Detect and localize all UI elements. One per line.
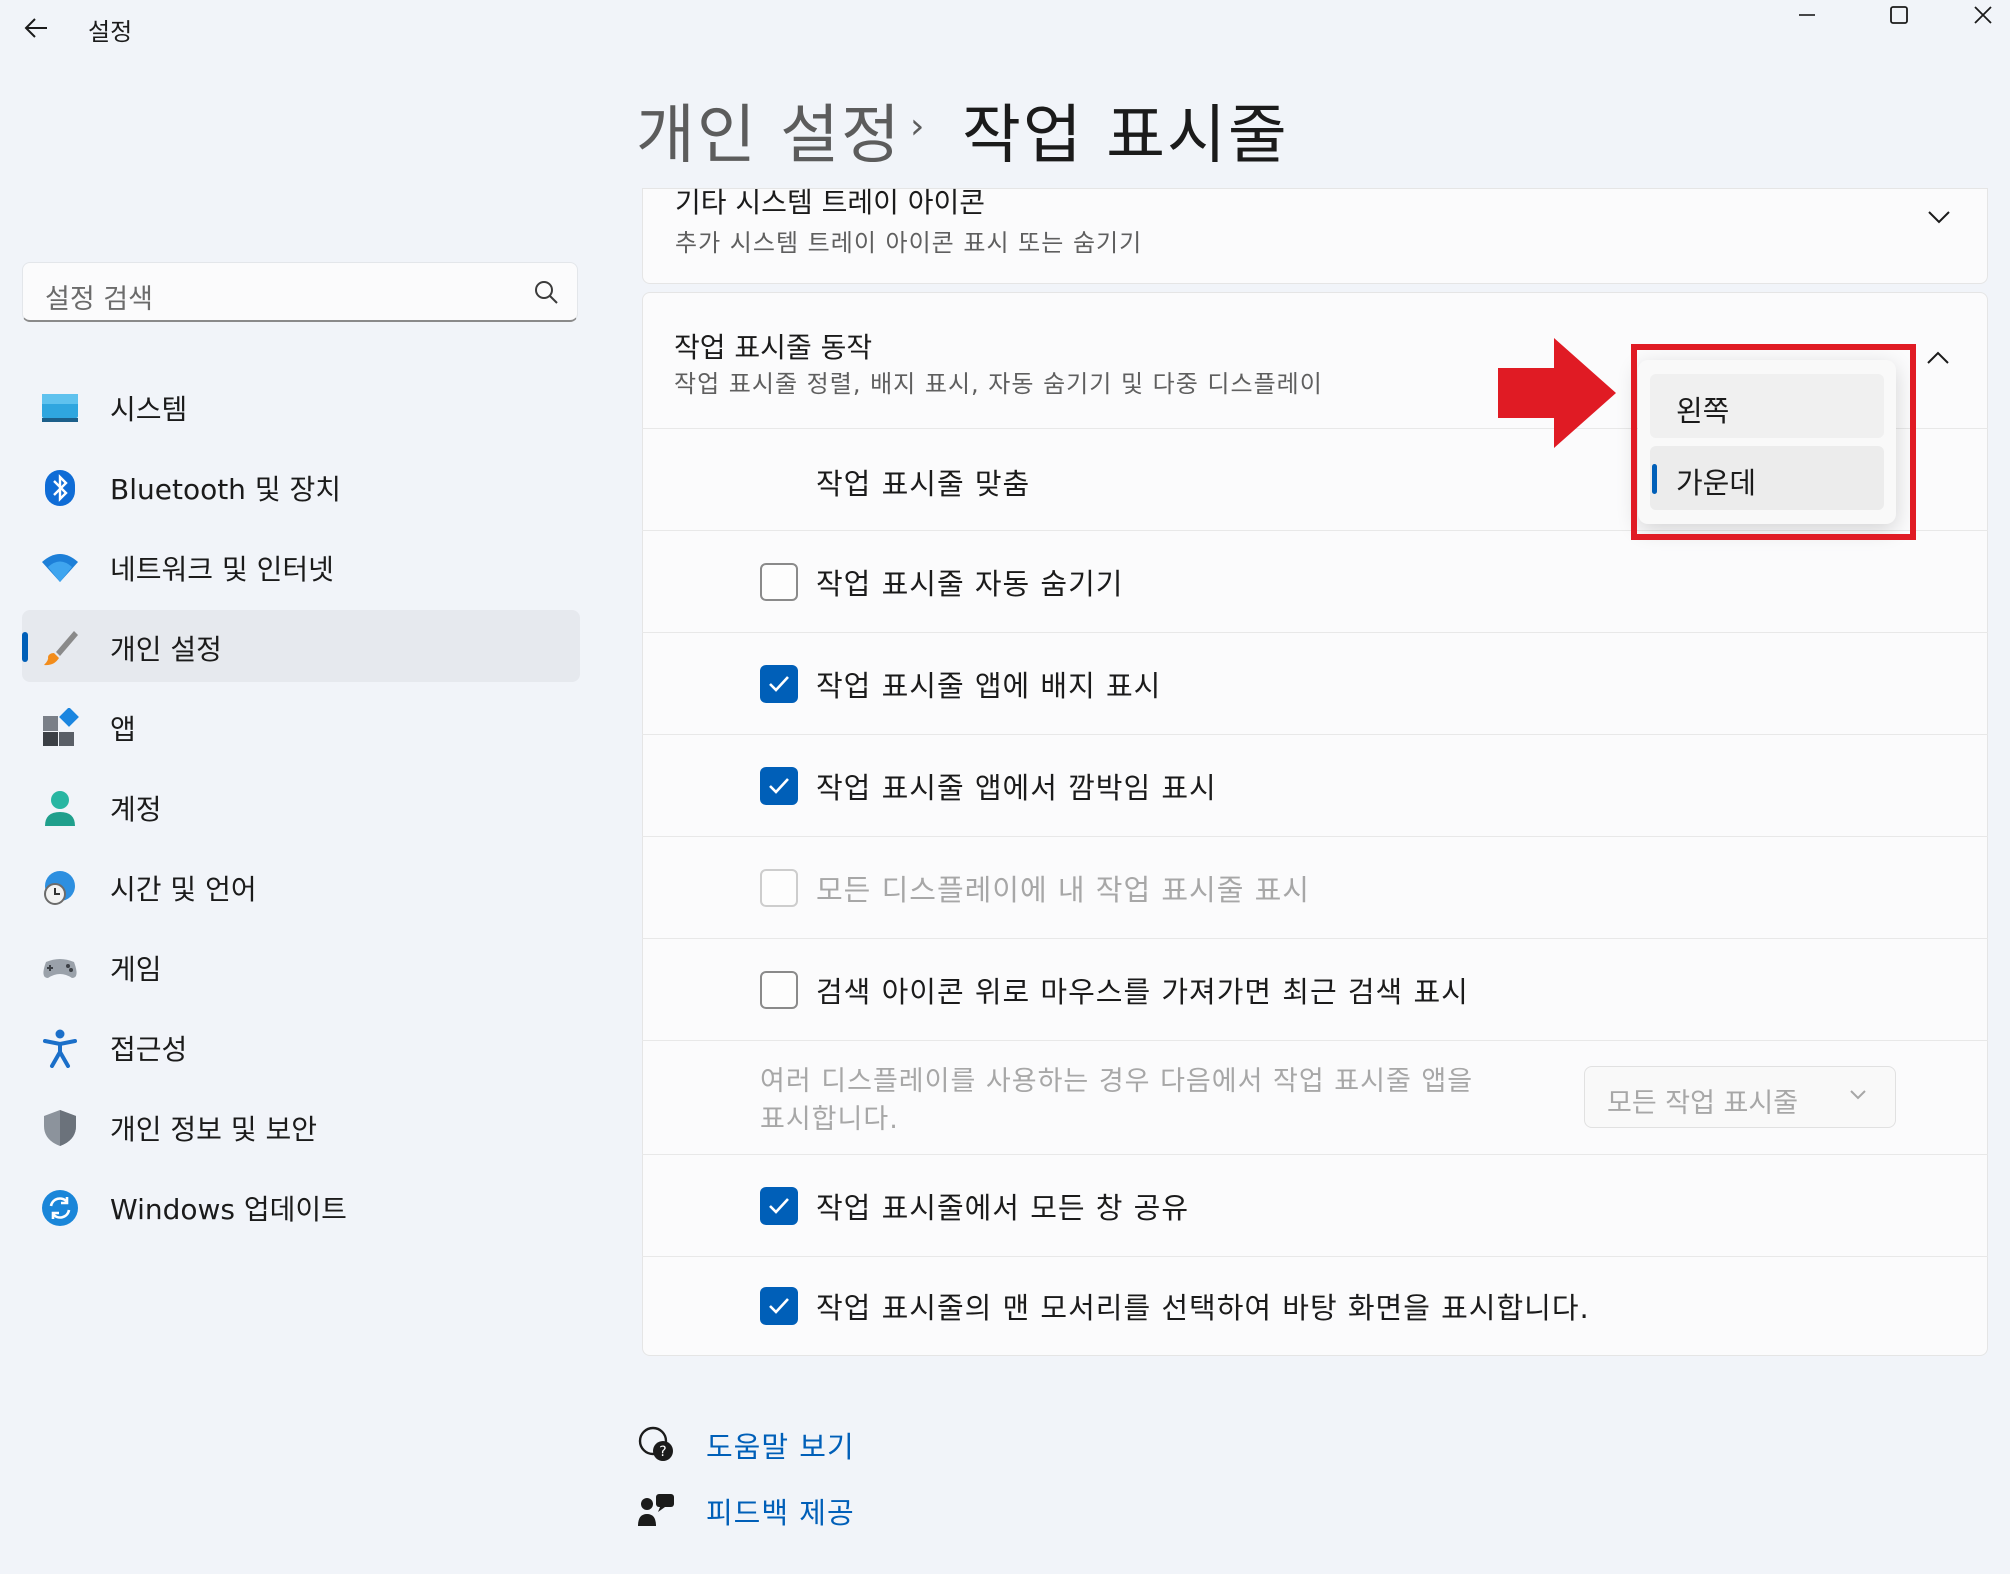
breadcrumb-separator: › xyxy=(910,106,925,147)
chevron-down-icon[interactable] xyxy=(1927,209,1951,225)
option-label: 작업 표시줄 자동 숨기기 xyxy=(816,567,1124,601)
sidebar-item-bluetooth[interactable]: Bluetooth 및 장치 xyxy=(22,450,580,522)
alignment-label: 작업 표시줄 맞춤 xyxy=(816,467,1031,501)
selected-indicator xyxy=(22,632,28,662)
shield-icon xyxy=(44,1110,76,1146)
person-icon xyxy=(45,791,75,826)
sidebar-item-label: Bluetooth 및 장치 xyxy=(110,473,342,506)
feedback-icon xyxy=(638,1494,674,1526)
sidebar-item-label: 개인 설정 xyxy=(110,633,222,666)
sidebar-item-label: 시간 및 언어 xyxy=(110,873,257,906)
bluetooth-icon xyxy=(45,470,75,506)
sidebar-item-accounts[interactable]: 계정 xyxy=(22,770,580,842)
option-label: 작업 표시줄에서 모든 창 공유 xyxy=(816,1191,1190,1225)
gamepad-icon xyxy=(43,959,77,978)
search-placeholder: 설정 검색 xyxy=(45,284,153,315)
option-label: 작업 표시줄 앱에 배지 표시 xyxy=(816,669,1162,703)
checkmark-icon xyxy=(769,676,789,692)
autohide-checkbox[interactable] xyxy=(760,563,798,601)
multi-display-label-line1: 여러 디스플레이를 사용하는 경우 다음에서 작업 표시줄 앱을 xyxy=(760,1066,1474,1097)
sidebar-item-label: 계정 xyxy=(110,793,162,826)
tray-card-subtitle: 추가 시스템 트레이 아이콘 표시 또는 숨기기 xyxy=(675,229,1143,257)
recent-search-checkbox[interactable] xyxy=(760,971,798,1009)
sidebar-item-privacy-security[interactable]: 개인 정보 및 보안 xyxy=(22,1090,580,1162)
option-row-flashing[interactable]: 작업 표시줄 앱에서 깜박임 표시 xyxy=(642,734,1988,836)
sidebar-item-time-language[interactable]: 시간 및 언어 xyxy=(22,850,580,922)
multi-display-value: 모든 작업 표시줄 xyxy=(1607,1088,1799,1119)
feedback-link[interactable]: 피드백 제공 xyxy=(706,1490,855,1532)
search-icon[interactable] xyxy=(533,279,559,305)
sidebar-item-system[interactable]: 시스템 xyxy=(22,370,580,442)
sidebar-item-label: 접근성 xyxy=(110,1033,188,1066)
show-desktop-checkbox[interactable] xyxy=(760,1287,798,1325)
minimize-button[interactable] xyxy=(1772,0,1842,30)
sidebar-item-label: 앱 xyxy=(110,713,136,746)
annotation-highlight-box xyxy=(1631,344,1916,540)
option-label: 작업 표시줄의 맨 모서리를 선택하여 바탕 화면을 표시합니다. xyxy=(816,1291,1590,1325)
sidebar-item-apps[interactable]: 앱 xyxy=(22,690,580,762)
sidebar-item-label: 게임 xyxy=(110,953,162,986)
chevron-up-icon[interactable] xyxy=(1926,350,1950,366)
app-title: 설정 xyxy=(88,18,133,46)
accessibility-icon xyxy=(43,1029,77,1068)
sidebar-item-personalization[interactable]: 개인 설정 xyxy=(22,610,580,682)
option-label: 작업 표시줄 앱에서 깜박임 표시 xyxy=(816,771,1217,805)
option-row-all-displays: 모든 디스플레이에 내 작업 표시줄 표시 xyxy=(642,836,1988,938)
checkmark-icon xyxy=(769,1198,789,1214)
close-icon xyxy=(1973,6,1992,24)
flashing-checkbox[interactable] xyxy=(760,767,798,805)
help-icon: ? xyxy=(638,1426,673,1461)
sidebar-item-label: 개인 정보 및 보안 xyxy=(110,1113,318,1146)
checkmark-icon xyxy=(769,1298,789,1314)
update-icon xyxy=(42,1190,78,1226)
option-row-badges[interactable]: 작업 표시줄 앱에 배지 표시 xyxy=(642,632,1988,734)
help-link[interactable]: 도움말 보기 xyxy=(706,1424,855,1466)
maximize-icon xyxy=(1890,6,1908,24)
sidebar-item-label: Windows 업데이트 xyxy=(110,1193,347,1226)
behaviors-subtitle: 작업 표시줄 정렬, 배지 표시, 자동 숨기기 및 다중 디스플레이 xyxy=(674,370,1323,398)
tray-icons-card[interactable]: 기타 시스템 트레이 아이콘 추가 시스템 트레이 아이콘 표시 또는 숨기기 xyxy=(642,186,1988,284)
option-label: 검색 아이콘 위로 마우스를 가져가면 최근 검색 표시 xyxy=(816,975,1469,1009)
maximize-button[interactable] xyxy=(1864,0,1934,30)
minimize-icon xyxy=(1799,14,1815,16)
chevron-down-icon xyxy=(1850,1090,1866,1100)
checkmark-icon xyxy=(769,778,789,794)
wifi-icon xyxy=(42,554,78,582)
option-row-share-windows[interactable]: 작업 표시줄에서 모든 창 공유 xyxy=(642,1154,1988,1256)
svg-text:?: ? xyxy=(659,1444,666,1460)
tray-card-title: 기타 시스템 트레이 아이콘 xyxy=(675,186,986,219)
sidebar-item-gaming[interactable]: 게임 xyxy=(22,930,580,1002)
breadcrumb-parent[interactable]: 개인 설정 xyxy=(636,84,902,176)
close-button[interactable] xyxy=(1955,0,2010,30)
behaviors-title: 작업 표시줄 동작 xyxy=(674,331,873,364)
sidebar-item-label: 시스템 xyxy=(110,393,188,426)
annotation-arrow-icon xyxy=(1498,338,1616,448)
page-title: 작업 표시줄 xyxy=(962,99,1289,173)
globe-clock-icon xyxy=(44,871,75,905)
sidebar-item-network[interactable]: 네트워크 및 인터넷 xyxy=(22,530,580,602)
option-row-autohide[interactable]: 작업 표시줄 자동 숨기기 xyxy=(642,530,1988,632)
apps-icon xyxy=(43,708,79,746)
option-row-recent-search[interactable]: 검색 아이콘 위로 마우스를 가져가면 최근 검색 표시 xyxy=(642,938,1988,1040)
multi-display-label-line2: 표시합니다. xyxy=(760,1104,899,1135)
option-row-show-desktop[interactable]: 작업 표시줄의 맨 모서리를 선택하여 바탕 화면을 표시합니다. xyxy=(642,1256,1988,1356)
multi-display-dropdown: 모든 작업 표시줄 xyxy=(1584,1066,1896,1128)
badges-checkbox[interactable] xyxy=(760,665,798,703)
back-button[interactable] xyxy=(16,8,56,48)
all-displays-checkbox xyxy=(760,869,798,907)
paintbrush-icon xyxy=(44,631,78,666)
search-input[interactable]: 설정 검색 xyxy=(22,262,578,322)
sidebar-item-accessibility[interactable]: 접근성 xyxy=(22,1010,580,1082)
back-arrow-icon xyxy=(24,18,47,38)
share-windows-checkbox[interactable] xyxy=(760,1187,798,1225)
option-label: 모든 디스플레이에 내 작업 표시줄 표시 xyxy=(816,873,1310,907)
sidebar-item-label: 네트워크 및 인터넷 xyxy=(110,553,334,586)
monitor-icon xyxy=(42,394,78,422)
sidebar-item-windows-update[interactable]: Windows 업데이트 xyxy=(22,1170,580,1242)
